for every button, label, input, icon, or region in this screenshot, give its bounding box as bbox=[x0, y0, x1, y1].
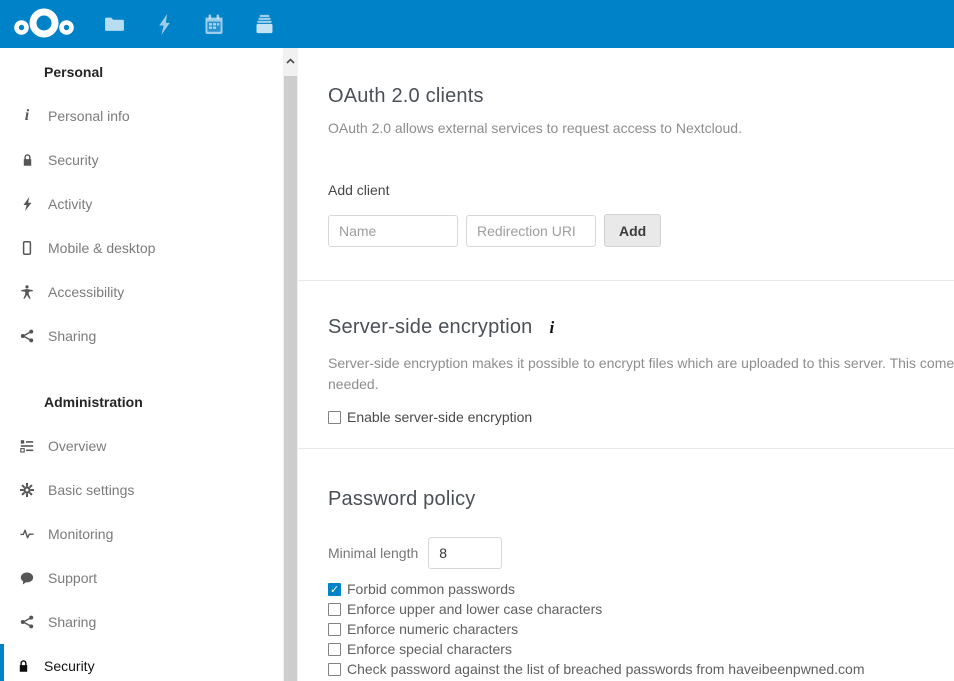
checkbox-box[interactable] bbox=[328, 623, 341, 636]
checkbox-box[interactable] bbox=[328, 583, 341, 596]
sidebar-item-personal-info[interactable]: i Personal info bbox=[0, 94, 283, 138]
add-client-label: Add client bbox=[328, 182, 954, 198]
settings-sidebar: Personal i Personal info Security Activi… bbox=[0, 48, 283, 681]
pulse-icon bbox=[20, 527, 34, 541]
client-name-input[interactable] bbox=[328, 215, 458, 247]
check-haveibeenpwned-checkbox[interactable]: Check password against the list of breac… bbox=[328, 659, 954, 679]
add-client-button[interactable]: Add bbox=[604, 214, 661, 247]
app-navigation bbox=[89, 0, 289, 48]
sidebar-item-sharing-admin[interactable]: Sharing bbox=[0, 600, 283, 644]
calendar-icon[interactable] bbox=[189, 0, 239, 48]
encryption-section-title: Server-side encryption bbox=[328, 315, 533, 339]
checkbox-box[interactable] bbox=[328, 643, 341, 656]
minimal-length-input[interactable] bbox=[428, 537, 502, 569]
encryption-section: Server-side encryption i Server-side enc… bbox=[298, 280, 954, 448]
lock-icon bbox=[20, 153, 34, 167]
phone-icon bbox=[20, 241, 34, 255]
forbid-common-passwords-checkbox[interactable]: Forbid common passwords bbox=[328, 579, 954, 599]
sidebar-item-activity[interactable]: Activity bbox=[0, 182, 283, 226]
encryption-description: Server-side encryption makes it possible… bbox=[328, 353, 954, 395]
enforce-numeric-checkbox[interactable]: Enforce numeric characters bbox=[328, 619, 954, 639]
sidebar-scrollbar[interactable] bbox=[283, 48, 298, 681]
password-policy-section: Password policy Minimal length Forbid co… bbox=[298, 448, 954, 679]
share-icon bbox=[20, 329, 34, 343]
oauth-description: OAuth 2.0 allows external services to re… bbox=[328, 118, 954, 138]
settings-content: OAuth 2.0 clients OAuth 2.0 allows exter… bbox=[298, 48, 954, 681]
checkbox-box[interactable] bbox=[328, 603, 341, 616]
chat-icon bbox=[20, 571, 34, 585]
sidebar-item-accessibility[interactable]: Accessibility bbox=[0, 270, 283, 314]
personal-section-heading: Personal bbox=[0, 50, 283, 94]
sidebar-item-monitoring[interactable]: Monitoring bbox=[0, 512, 283, 556]
share-icon bbox=[20, 615, 34, 629]
sidebar-item-mobile-desktop[interactable]: Mobile & desktop bbox=[0, 226, 283, 270]
gear-icon bbox=[20, 483, 34, 497]
list-icon bbox=[20, 439, 34, 453]
password-policy-title: Password policy bbox=[328, 487, 954, 511]
sidebar-item-security-admin[interactable]: Security bbox=[0, 644, 283, 681]
password-policy-options: Forbid common passwords Enforce upper an… bbox=[328, 579, 954, 679]
lock-icon bbox=[16, 659, 30, 673]
sidebar-item-sharing-personal[interactable]: Sharing bbox=[0, 314, 283, 358]
minimal-length-label: Minimal length bbox=[328, 545, 418, 561]
administration-section-heading: Administration bbox=[0, 380, 283, 424]
enforce-upper-lower-checkbox[interactable]: Enforce upper and lower case characters bbox=[328, 599, 954, 619]
nextcloud-logo[interactable] bbox=[11, 6, 77, 42]
lightning-icon[interactable] bbox=[139, 0, 189, 48]
checkbox-box[interactable] bbox=[328, 663, 341, 676]
oauth-section-title: OAuth 2.0 clients bbox=[328, 84, 954, 108]
checkbox-box[interactable] bbox=[328, 411, 341, 424]
sidebar-item-support[interactable]: Support bbox=[0, 556, 283, 600]
archive-icon[interactable] bbox=[239, 0, 289, 48]
info-icon[interactable]: i bbox=[550, 318, 555, 338]
sidebar-item-basic-settings[interactable]: Basic settings bbox=[0, 468, 283, 512]
chevron-up-icon[interactable] bbox=[283, 48, 298, 74]
info-icon: i bbox=[20, 109, 34, 123]
top-header-bar bbox=[0, 0, 954, 48]
lightning-icon bbox=[20, 197, 34, 211]
sidebar-item-security-personal[interactable]: Security bbox=[0, 138, 283, 182]
accessibility-icon bbox=[20, 285, 34, 299]
enable-encryption-checkbox[interactable]: Enable server-side encryption bbox=[328, 409, 954, 425]
sidebar-item-overview[interactable]: Overview bbox=[0, 424, 283, 468]
scrollbar-thumb[interactable] bbox=[284, 76, 297, 681]
redirection-uri-input[interactable] bbox=[466, 215, 596, 247]
oauth-section: OAuth 2.0 clients OAuth 2.0 allows exter… bbox=[298, 48, 954, 280]
folder-icon[interactable] bbox=[89, 0, 139, 48]
enforce-special-checkbox[interactable]: Enforce special characters bbox=[328, 639, 954, 659]
